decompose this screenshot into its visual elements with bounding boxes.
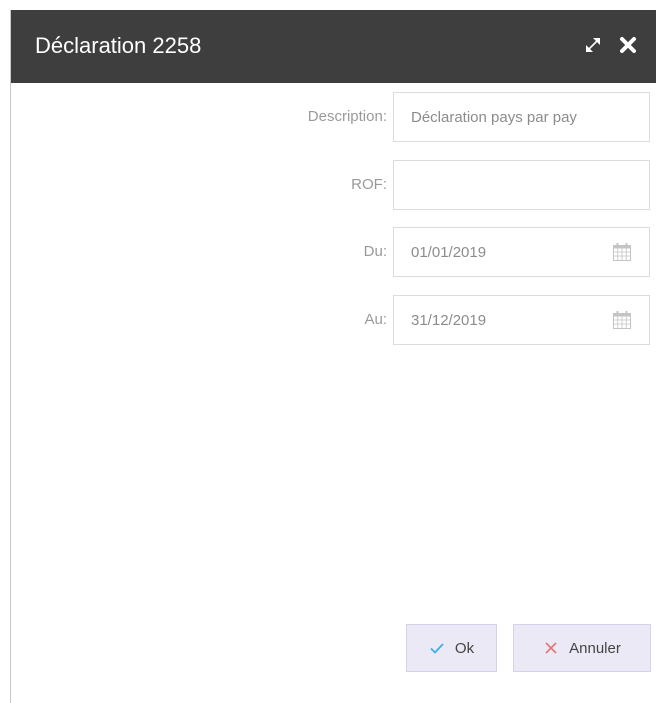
ok-button-content: Ok [407, 625, 496, 671]
rof-label: ROF: [351, 176, 387, 193]
description-row: Description: [11, 92, 656, 142]
description-input[interactable] [393, 92, 650, 142]
au-label: Au: [364, 311, 387, 328]
dialog-titlebar: Déclaration 2258 [11, 10, 656, 83]
close-icon[interactable] [617, 34, 639, 56]
cancel-button-label: Annuler [569, 639, 621, 657]
declaration-dialog: Déclaration 2258 Description: ROF: Du: [10, 10, 656, 703]
calendar-icon[interactable] [611, 241, 633, 263]
expand-icon[interactable] [582, 34, 604, 56]
description-label: Description: [307, 108, 387, 125]
x-icon [543, 640, 559, 656]
check-icon [429, 640, 445, 656]
du-row: Du: [11, 227, 656, 277]
ok-button[interactable]: Ok [406, 624, 497, 672]
au-row: Au: [11, 295, 656, 345]
du-label: Du: [363, 243, 387, 260]
dialog-title: Déclaration 2258 [35, 33, 202, 58]
cancel-button-content: Annuler [514, 625, 650, 671]
ok-button-label: Ok [454, 639, 475, 657]
cancel-button[interactable]: Annuler [513, 624, 651, 672]
rof-input[interactable] [393, 160, 650, 210]
calendar-icon[interactable] [611, 309, 633, 331]
rof-row: ROF: [11, 160, 656, 210]
